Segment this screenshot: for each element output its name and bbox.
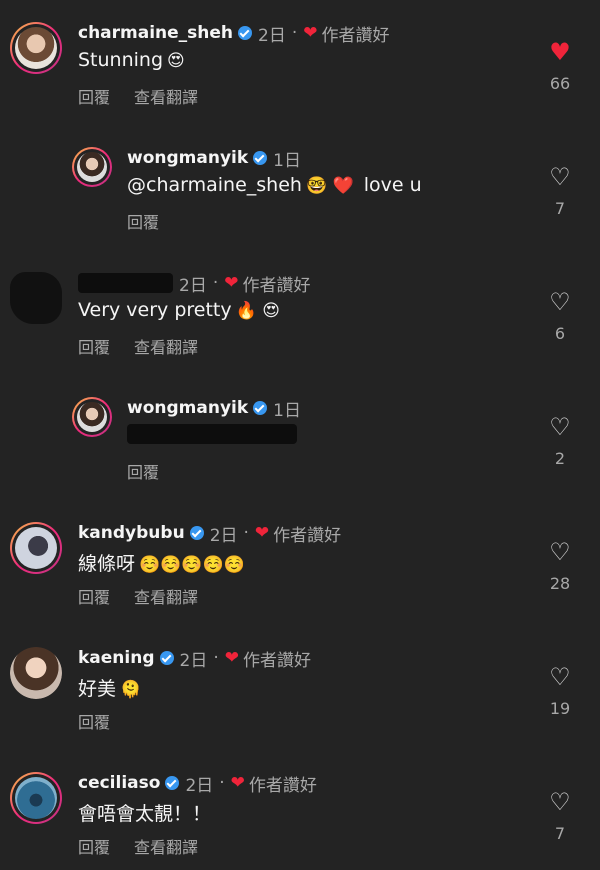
heart-icon[interactable]: ♡ bbox=[549, 665, 571, 689]
avatar[interactable] bbox=[10, 522, 62, 574]
reply-button[interactable]: 回覆 bbox=[127, 459, 159, 483]
heart-icon[interactable]: ♡ bbox=[549, 290, 571, 314]
heart-icon: ❤ bbox=[303, 23, 318, 43]
timestamp: 2日 bbox=[258, 25, 286, 46]
comment-text: 好美 🫠 bbox=[78, 678, 142, 700]
username[interactable]: wongmanyik bbox=[127, 398, 248, 418]
timestamp: 2日 bbox=[209, 525, 238, 546]
username[interactable]: ceciliaso bbox=[78, 773, 160, 793]
avatar[interactable] bbox=[72, 397, 112, 437]
username[interactable]: kaening bbox=[78, 648, 155, 668]
verified-badge-icon bbox=[253, 151, 268, 165]
avatar-redacted[interactable] bbox=[10, 272, 62, 324]
heart-icon[interactable]: ♡ bbox=[549, 165, 571, 189]
reply-button[interactable]: 回覆 bbox=[78, 709, 110, 733]
verified-badge-icon bbox=[189, 526, 204, 540]
like-count: 19 bbox=[549, 699, 571, 718]
comment: 2日 · ❤ 作者讚好 Very very pretty 🔥 😍 回覆 查看翻譯 … bbox=[0, 250, 600, 375]
verified-badge-icon bbox=[165, 776, 180, 790]
heart-icon: ❤ bbox=[224, 273, 239, 293]
comment: ceciliaso 2日 · ❤ 作者讚好 會唔會太靚！！ 回覆 查看翻譯 ♡ … bbox=[0, 750, 600, 870]
like-count: 7 bbox=[554, 199, 566, 218]
heart-icon[interactable]: ♡ bbox=[549, 540, 571, 564]
reply: wongmanyik 1日 回覆 ♡ 2 bbox=[0, 375, 600, 500]
username[interactable]: kandybubu bbox=[78, 523, 185, 543]
like-count: 6 bbox=[554, 324, 566, 343]
verified-badge-icon bbox=[253, 401, 268, 415]
comment-thread: charmaine_sheh 2日 · ❤ 作者讚好 Stunning 😍 回覆 … bbox=[0, 0, 600, 870]
comment-text: Very very pretty 🔥 😍 bbox=[78, 299, 280, 321]
author-liked-badge: ❤ 作者讚好 bbox=[230, 773, 317, 796]
like-count: 66 bbox=[549, 74, 571, 93]
like-count: 7 bbox=[554, 824, 566, 843]
reply-button[interactable]: 回覆 bbox=[127, 209, 159, 233]
comment: kandybubu 2日 · ❤ 作者讚好 線條呀 ☺️☺️☺️☺️☺️ 回覆 查… bbox=[0, 500, 600, 625]
comment-text-redacted bbox=[127, 424, 297, 449]
heart-icon: ❤ bbox=[230, 773, 245, 793]
verified-badge-icon bbox=[159, 651, 174, 665]
comment: charmaine_sheh 2日 · ❤ 作者讚好 Stunning 😍 回覆 … bbox=[0, 0, 600, 125]
avatar[interactable] bbox=[10, 772, 62, 824]
author-liked-badge: ❤ 作者讚好 bbox=[224, 273, 311, 296]
timestamp: 1日 bbox=[273, 400, 301, 421]
heart-icon[interactable]: ♡ bbox=[549, 415, 571, 439]
like-count: 2 bbox=[554, 449, 566, 468]
author-liked-badge: ❤ 作者讚好 bbox=[303, 23, 390, 46]
reply-button[interactable]: 回覆 bbox=[78, 834, 110, 858]
comment: kaening 2日 · ❤ 作者讚好 好美 🫠 回覆 ♡ 19 bbox=[0, 625, 600, 750]
see-translation-button[interactable]: 查看翻譯 bbox=[134, 84, 198, 108]
author-liked-badge: ❤ 作者讚好 bbox=[224, 648, 311, 671]
username[interactable]: wongmanyik bbox=[127, 148, 248, 168]
heart-icon[interactable]: ♥ bbox=[549, 40, 571, 64]
comment-text: 線條呀 ☺️☺️☺️☺️☺️ bbox=[78, 553, 245, 575]
reply: wongmanyik 1日 @charmaine_sheh 🤓 ❤️ love u… bbox=[0, 125, 600, 250]
heart-icon[interactable]: ♡ bbox=[549, 790, 571, 814]
see-translation-button[interactable]: 查看翻譯 bbox=[134, 334, 198, 358]
comment-text: @charmaine_sheh 🤓 ❤️ love u bbox=[127, 174, 422, 196]
avatar[interactable] bbox=[10, 647, 62, 699]
username[interactable]: charmaine_sheh bbox=[78, 23, 233, 43]
timestamp: 2日 bbox=[179, 275, 207, 296]
heart-icon: ❤ bbox=[254, 523, 270, 543]
like-count: 28 bbox=[549, 574, 571, 593]
verified-badge-icon bbox=[238, 26, 253, 40]
comment-text: Stunning 😍 bbox=[78, 49, 185, 71]
timestamp: 2日 bbox=[179, 650, 208, 671]
avatar[interactable] bbox=[10, 22, 62, 74]
heart-icon: ❤ bbox=[224, 648, 239, 668]
username-redacted bbox=[78, 273, 173, 293]
timestamp: 1日 bbox=[273, 150, 301, 171]
see-translation-button[interactable]: 查看翻譯 bbox=[134, 834, 198, 858]
comment-text: 會唔會太靚！！ bbox=[78, 803, 212, 825]
avatar[interactable] bbox=[72, 147, 112, 187]
author-liked-badge: ❤ 作者讚好 bbox=[254, 523, 342, 546]
reply-button[interactable]: 回覆 bbox=[78, 584, 110, 608]
reply-button[interactable]: 回覆 bbox=[78, 334, 110, 358]
timestamp: 2日 bbox=[185, 775, 214, 796]
reply-button[interactable]: 回覆 bbox=[78, 84, 110, 108]
see-translation-button[interactable]: 查看翻譯 bbox=[134, 584, 198, 608]
